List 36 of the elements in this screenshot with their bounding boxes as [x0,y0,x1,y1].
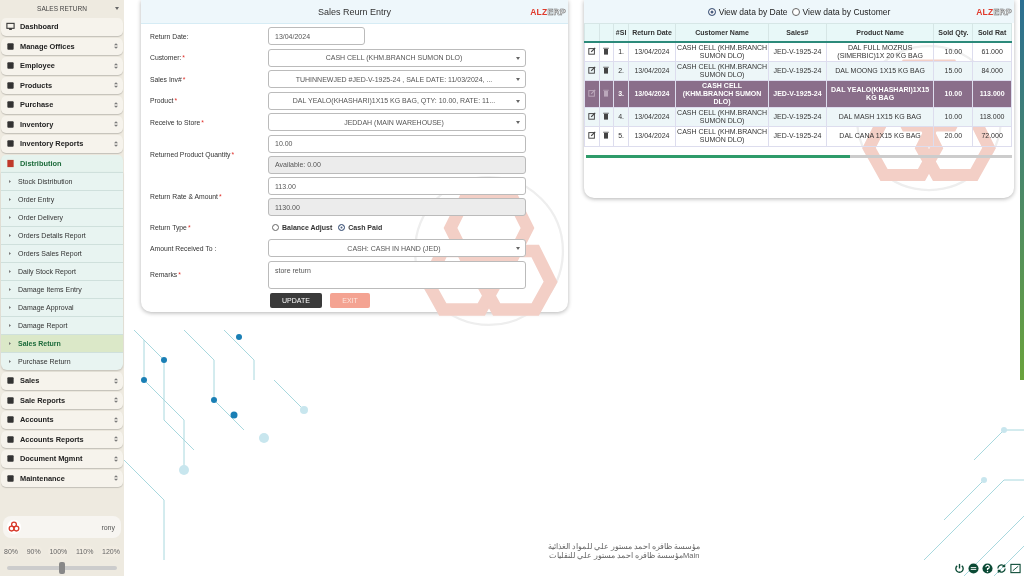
expand-icon [114,43,118,50]
view-option[interactable]: View data by Customer [791,6,891,17]
expand-icon [114,436,118,443]
expand-icon [114,62,118,69]
slider-thumb[interactable] [59,562,65,574]
vertical-scrollbar[interactable] [1020,0,1024,380]
monitor-icon [6,22,15,32]
expand-icon [114,140,118,147]
trash-icon[interactable] [602,66,611,75]
refresh-icon[interactable] [996,563,1007,574]
expand-icon [114,82,118,89]
expand-icon [114,121,118,128]
trash-icon[interactable] [602,47,611,55]
trash-icon[interactable] [602,112,611,121]
logo-icon [6,519,22,535]
map-icon [6,158,15,168]
help-icon[interactable] [982,563,993,574]
expand-icon [114,475,118,482]
edit-icon[interactable] [587,66,596,75]
brand-logo: ALZERP [530,6,566,17]
power-icon[interactable] [954,563,965,574]
horizontal-scrollbar[interactable] [586,154,1012,158]
brand-logo: ALZERP [976,6,1012,17]
expand-icon [114,377,118,384]
expand-icon [114,101,118,108]
expand-icon [114,416,118,423]
trash-icon[interactable] [602,131,611,140]
fullscreen-icon[interactable] [1010,563,1021,574]
edit-icon[interactable] [587,112,596,121]
edit-icon[interactable] [587,131,596,140]
toggle-icon[interactable] [968,563,979,574]
expand-icon [114,397,118,404]
edit-icon[interactable] [587,47,596,55]
panel-title: Sales Reurn Entry [317,6,391,17]
expand-icon [114,455,118,462]
view-option[interactable]: View data by Date [707,6,788,17]
